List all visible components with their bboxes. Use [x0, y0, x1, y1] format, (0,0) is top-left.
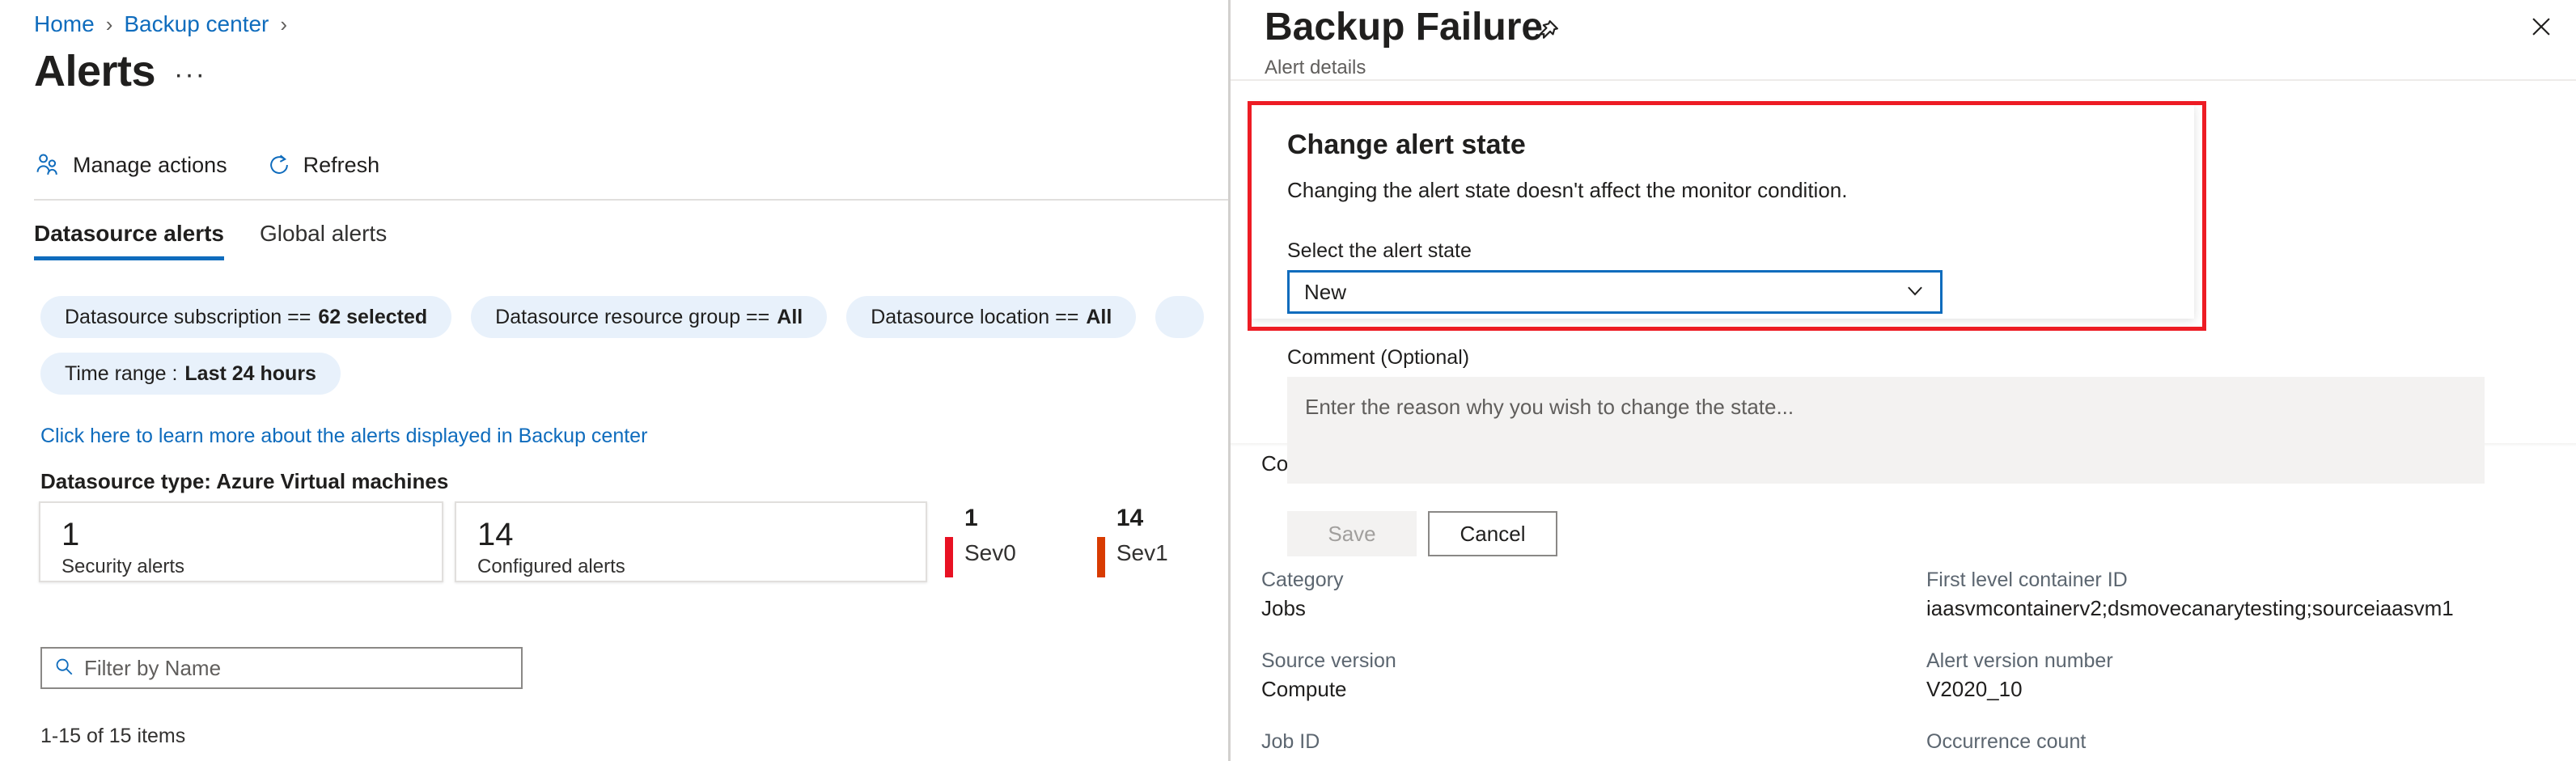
- chevron-down-icon: [1903, 278, 1927, 307]
- people-icon: [34, 151, 61, 179]
- detail-field-alert-version-number: Alert version number V2020_10: [1926, 647, 2557, 704]
- cancel-button[interactable]: Cancel: [1428, 511, 1557, 556]
- tab-global-alerts[interactable]: Global alerts: [260, 218, 387, 260]
- detail-column-left: Category Jobs Source version Compute Job…: [1261, 566, 1779, 761]
- breadcrumb-separator: ›: [106, 8, 113, 40]
- page-more-menu-button[interactable]: ···: [174, 57, 206, 92]
- card-configured-alerts[interactable]: 14 Configured alerts: [455, 501, 927, 582]
- filter-pill-value: All: [777, 296, 803, 338]
- tab-datasource-alerts[interactable]: Datasource alerts: [34, 218, 224, 260]
- detail-field-category: Category Jobs: [1261, 566, 1779, 623]
- card-caption: Configured alerts: [477, 555, 905, 579]
- manage-actions-button[interactable]: Manage actions: [34, 151, 227, 179]
- search-icon: [53, 656, 74, 681]
- detail-field-source-version: Source version Compute: [1261, 647, 1779, 704]
- severity-label: Sev1: [1116, 537, 1168, 569]
- detail-label: First level container ID: [1926, 566, 2557, 594]
- card-caption: Security alerts: [61, 555, 421, 579]
- command-bar: Manage actions Refresh: [34, 144, 379, 186]
- detail-label: Occurrence count: [1926, 728, 2557, 755]
- card-number: 1: [61, 516, 421, 553]
- refresh-label: Refresh: [303, 151, 380, 179]
- items-count-label: 1-15 of 15 items: [40, 722, 185, 750]
- detail-field-occurrence-count: Occurrence count: [1926, 728, 2557, 755]
- filter-pill-label: Datasource subscription ==: [65, 296, 311, 338]
- manage-actions-label: Manage actions: [73, 151, 227, 179]
- blade-subtitle: Alert details: [1265, 55, 1366, 81]
- breadcrumb-item-backup-center[interactable]: Backup center: [124, 8, 269, 40]
- comment-label: Comment (Optional): [1287, 345, 2159, 370]
- filter-pill-group: Datasource subscription ==62 selected Da…: [40, 296, 1230, 409]
- filter-pill-label: Time range :: [65, 353, 177, 395]
- severity-sev1[interactable]: 14 Sev1: [1097, 503, 1168, 569]
- alert-state-label: Select the alert state: [1287, 238, 2159, 264]
- detail-value: Compute: [1261, 674, 1779, 704]
- detail-value: V2020_10: [1926, 674, 2557, 704]
- detail-value: Jobs: [1261, 594, 1779, 623]
- alerts-tabs: Datasource alerts Global alerts: [34, 218, 422, 260]
- alert-details-blade: Backup Failure Alert details Compute/vir…: [1231, 0, 2576, 761]
- alert-state-selected-value: New: [1304, 278, 1346, 306]
- dialog-button-row: Save Cancel: [1287, 511, 2159, 556]
- severity-label: Sev0: [964, 537, 1016, 569]
- filter-pill-datasource-location[interactable]: Datasource location == All: [846, 296, 1136, 338]
- refresh-button[interactable]: Refresh: [266, 151, 380, 179]
- filter-pill-datasource-subscription[interactable]: Datasource subscription ==62 selected: [40, 296, 451, 338]
- app-root: Home › Backup center › Alerts ··· Manage…: [0, 0, 2576, 761]
- detail-value: iaasvmcontainerv2;dsmovecanarytesting;so…: [1926, 594, 2557, 623]
- detail-label: Alert version number: [1926, 647, 2557, 674]
- dialog-description: Changing the alert state doesn't affect …: [1287, 176, 2159, 204]
- metric-card-group: 1 Security alerts 14 Configured alerts: [39, 501, 927, 582]
- card-number: 14: [477, 516, 905, 553]
- pin-icon[interactable]: [1533, 18, 1561, 49]
- comment-textarea[interactable]: Enter the reason why you wish to change …: [1287, 377, 2485, 484]
- card-security-alerts[interactable]: 1 Security alerts: [39, 501, 443, 582]
- breadcrumb: Home › Backup center ›: [34, 8, 299, 40]
- breadcrumb-item-home[interactable]: Home: [34, 8, 95, 40]
- severity-color-bar: [945, 537, 953, 577]
- filter-pill-value: Last 24 hours: [184, 353, 316, 395]
- severity-count: 1: [964, 503, 1016, 534]
- filter-pill-time-range[interactable]: Time range :Last 24 hours: [40, 353, 341, 395]
- detail-label: Job ID: [1261, 728, 1779, 755]
- filter-by-name-input[interactable]: Filter by Name: [40, 647, 523, 689]
- command-bar-divider: [34, 199, 1230, 201]
- severity-summary: 1 Sev0 14 Sev1: [945, 503, 1168, 569]
- save-button[interactable]: Save: [1287, 511, 1417, 556]
- close-icon[interactable]: [2527, 13, 2555, 44]
- learn-more-link[interactable]: Click here to learn more about the alert…: [40, 422, 647, 450]
- alerts-list-pane: Home › Backup center › Alerts ··· Manage…: [0, 0, 1230, 761]
- detail-label: Source version: [1261, 647, 1779, 674]
- detail-label: Category: [1261, 566, 1779, 594]
- detail-column-right: First level container ID iaasvmcontainer…: [1926, 566, 2557, 761]
- severity-count: 14: [1116, 503, 1168, 534]
- blade-header-divider: [1231, 79, 2576, 81]
- filter-pill-row-1: Datasource subscription ==62 selected Da…: [40, 296, 1230, 338]
- filter-pill-overflow[interactable]: [1155, 296, 1204, 338]
- page-title: Alerts: [34, 45, 155, 97]
- filter-pill-value: 62 selected: [318, 296, 427, 338]
- breadcrumb-separator-2: ›: [280, 8, 287, 40]
- datasource-type-heading: Datasource type: Azure Virtual machines: [40, 467, 448, 495]
- severity-color-bar: [1097, 537, 1105, 577]
- severity-sev0[interactable]: 1 Sev0: [945, 503, 1016, 569]
- alert-state-select[interactable]: New: [1287, 270, 1943, 314]
- refresh-icon: [266, 152, 292, 178]
- blade-title: Backup Failure: [1265, 3, 1543, 52]
- detail-field-job-id: Job ID: [1261, 728, 1779, 755]
- filter-pill-value: All: [1086, 296, 1112, 338]
- filter-pill-label: Datasource location ==: [871, 296, 1078, 338]
- detail-field-first-level-container-id: First level container ID iaasvmcontainer…: [1926, 566, 2557, 623]
- dialog-title: Change alert state: [1287, 126, 2159, 163]
- filter-pill-datasource-resource-group[interactable]: Datasource resource group == All: [471, 296, 827, 338]
- comment-placeholder: Enter the reason why you wish to change …: [1305, 395, 1794, 419]
- filter-pill-label: Datasource resource group ==: [495, 296, 769, 338]
- filter-pill-row-2: Time range :Last 24 hours: [40, 353, 1230, 395]
- filter-by-name-placeholder: Filter by Name: [84, 654, 221, 682]
- change-alert-state-dialog: Change alert state Changing the alert st…: [1252, 105, 2194, 319]
